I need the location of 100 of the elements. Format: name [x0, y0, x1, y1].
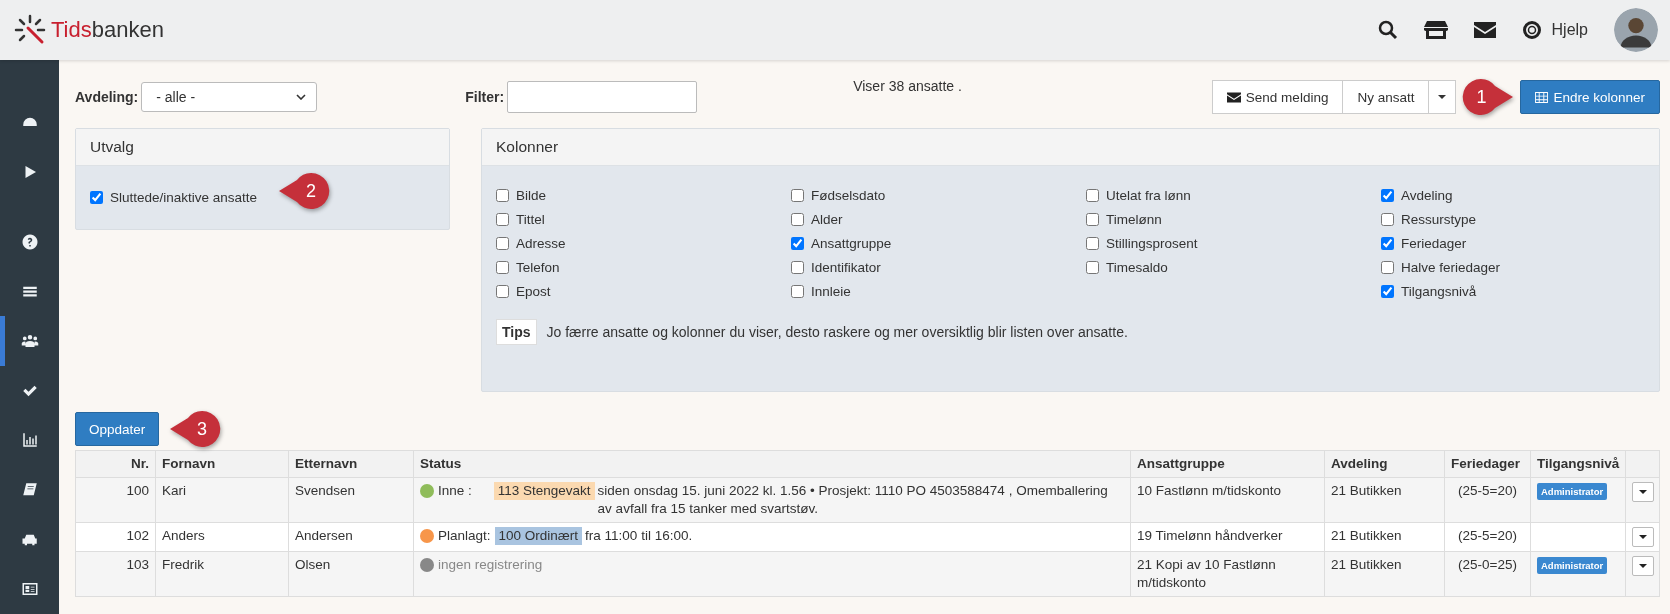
avatar[interactable] — [1614, 8, 1658, 52]
shift-tag: 100 Ordinært — [494, 527, 583, 545]
checkbox-label: Avdeling — [1401, 188, 1453, 203]
checkbox-label: Telefon — [516, 260, 560, 275]
checkbox[interactable] — [791, 213, 804, 226]
caret-icon — [1639, 535, 1647, 539]
send-message-button[interactable]: Send melding — [1211, 80, 1344, 114]
department-dropdown[interactable]: - alle - — [141, 82, 318, 112]
checkbox[interactable] — [791, 261, 804, 274]
column-header[interactable]: Feriedager — [1444, 450, 1531, 478]
filter-field[interactable] — [507, 81, 698, 113]
checkbox[interactable] — [1086, 189, 1099, 202]
checkbox[interactable] — [1381, 189, 1394, 202]
caret-icon — [1438, 95, 1447, 99]
department-label: Avdeling: — [75, 89, 139, 105]
store-icon[interactable] — [1423, 20, 1448, 40]
table-cell: Fredrik — [155, 551, 289, 597]
table-cell: 100 — [75, 477, 156, 523]
change-columns-button[interactable]: Endre kolonner — [1520, 80, 1660, 114]
checkbox-label: Halve feriedager — [1401, 260, 1501, 275]
table-cell: (25-0=25) — [1444, 551, 1531, 597]
checkbox[interactable] — [496, 285, 509, 298]
checkbox-label: Identifikator — [811, 260, 881, 275]
column-header[interactable]: Ansattgruppe — [1130, 450, 1325, 478]
table-cell: 10 Fastlønn m/tidskonto — [1130, 477, 1325, 523]
access-badge: Administrator — [1537, 483, 1608, 500]
caret-icon — [1639, 564, 1647, 568]
checkbox[interactable] — [1086, 261, 1099, 274]
table-cell: 21 Butikken — [1324, 551, 1445, 597]
checkbox-label: Sluttede/inaktive ansatte — [110, 190, 258, 205]
checkbox-label: Bilde — [516, 188, 547, 203]
checkbox-label: Epost — [516, 284, 551, 299]
table-cell: 21 Butikken — [1324, 477, 1445, 523]
status-text: siden onsdag 15. juni 2022 kl. 1.56 • Prosjekt: 1110 PO 4503588474 , Omemballering av avfall fra 15 tanker med svartstøv. — [597, 482, 1109, 518]
filter-label: Filter: — [465, 89, 505, 105]
checkbox-label: Ressurstype — [1401, 212, 1477, 227]
mail-icon[interactable] — [1473, 22, 1496, 38]
checkbox-label: Tittel — [516, 212, 545, 227]
status-text: fra 11:00 til 16:00. — [585, 527, 694, 545]
table-cell: Andersen — [288, 522, 414, 552]
employee-count: Viser 38 ansatte . — [853, 78, 962, 94]
checkbox[interactable] — [1381, 237, 1394, 250]
column-header[interactable]: Fornavn — [155, 450, 289, 478]
row-menu-button[interactable] — [1632, 556, 1654, 576]
checkbox[interactable] — [496, 261, 509, 274]
checkbox[interactable] — [1381, 285, 1394, 298]
checkbox[interactable] — [1381, 213, 1394, 226]
table-cell: (25-5=20) — [1444, 477, 1531, 523]
help-link[interactable]: Hjelp — [1521, 20, 1588, 40]
brand-name: Tidsbanken — [51, 17, 164, 43]
checkbox-label: Adresse — [516, 236, 566, 251]
checkbox-label: Fødselsdato — [811, 188, 886, 203]
checkbox[interactable] — [90, 191, 103, 204]
shift-tag: 113 Stengevakt — [493, 482, 595, 500]
column-header[interactable]: Avdeling — [1324, 450, 1445, 478]
update-button[interactable]: Oppdater — [75, 412, 160, 446]
checkbox[interactable] — [1086, 213, 1099, 226]
column-header[interactable]: Etternavn — [288, 450, 414, 478]
checkbox-label: Timesaldo — [1106, 260, 1168, 275]
checkbox-label: Alder — [811, 212, 843, 227]
checkbox-label: Utelat fra lønn — [1106, 188, 1191, 203]
search-icon[interactable] — [1377, 20, 1398, 40]
checkbox-label: Innleie — [811, 284, 851, 299]
checkbox-label: Ansattgruppe — [811, 236, 892, 251]
table-cell: (25-5=20) — [1444, 522, 1531, 552]
checkbox[interactable] — [496, 189, 509, 202]
checkbox-label: Timelønn — [1106, 212, 1162, 227]
column-header[interactable]: Status — [413, 450, 1131, 478]
checkbox[interactable] — [791, 189, 804, 202]
table-cell: 102 — [75, 522, 156, 552]
checkbox[interactable] — [1381, 261, 1394, 274]
table-cell: 21 Kopi av 10 Fastlønn m/tidskonto — [1130, 551, 1325, 597]
caret-icon — [1639, 490, 1647, 494]
panel-title: Kolonner — [482, 129, 1659, 166]
help-icon — [20, 233, 39, 251]
checkbox[interactable] — [791, 285, 804, 298]
checkbox-label: Feriedager — [1401, 236, 1467, 251]
panel-title: Utvalg — [76, 129, 449, 166]
checkbox-label: Stillingsprosent — [1106, 236, 1198, 251]
table-cell: Kari — [155, 477, 289, 523]
chart-icon — [20, 431, 39, 450]
row-menu-button[interactable] — [1632, 527, 1654, 547]
checkbox[interactable] — [496, 237, 509, 250]
column-header[interactable]: Nr. — [75, 450, 156, 478]
checkbox[interactable] — [791, 237, 804, 250]
row-menu-button[interactable] — [1632, 482, 1654, 502]
checkbox[interactable] — [496, 213, 509, 226]
tips-text: Jo færre ansatte og kolonner du viser, desto raskere og mer oversiktlig blir listen over ansatte. — [546, 324, 1128, 340]
dropdown-button[interactable] — [1429, 80, 1457, 114]
table-icon — [1535, 91, 1549, 103]
checkbox[interactable] — [1086, 237, 1099, 250]
new-employee-button[interactable]: Ny ansatt — [1343, 80, 1430, 114]
table-cell: Olsen — [288, 551, 414, 597]
mail-icon — [1226, 91, 1241, 103]
access-badge: Administrator — [1537, 557, 1608, 574]
logo-icon — [14, 14, 46, 46]
table-cell: Svendsen — [288, 477, 414, 523]
tips-label: Tips — [496, 319, 537, 345]
checkbox-label: Tilgangsnivå — [1401, 284, 1477, 299]
column-header[interactable]: Tilgangsnivå — [1530, 450, 1626, 478]
